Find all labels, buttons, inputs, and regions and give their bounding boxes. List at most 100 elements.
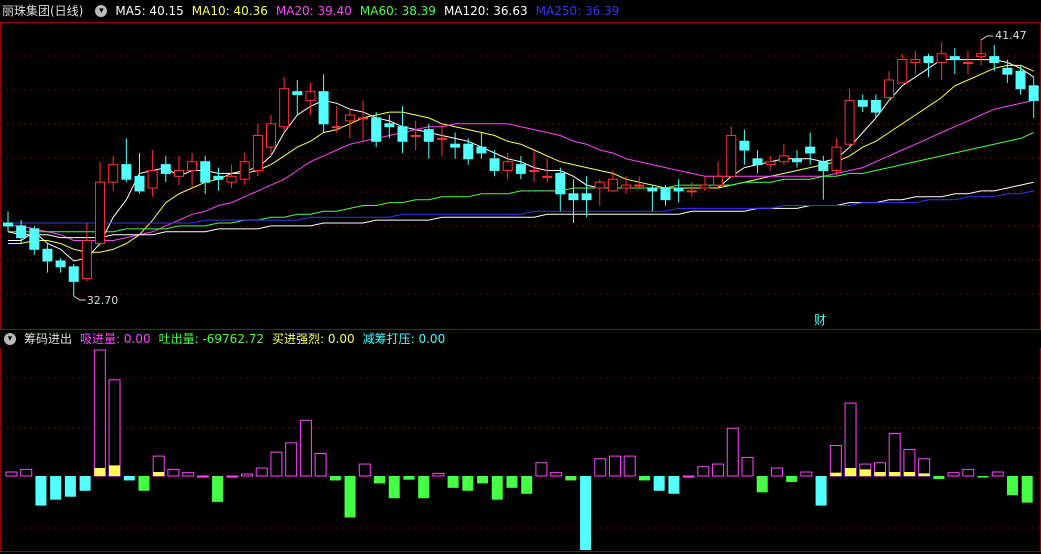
candle [897,53,908,84]
absorb-bar [550,472,563,477]
indicator-bar [462,476,474,491]
absorb-bar [5,471,18,477]
low-pointer [73,295,86,301]
indicator-bar [374,476,385,484]
candle-body [726,134,737,177]
absorb-bar [712,463,725,477]
candle-body [765,161,776,166]
candle-body [792,158,802,163]
release-bar [418,476,430,499]
candle-body [450,143,461,148]
candle-body [831,146,842,171]
candle-body [1028,85,1039,101]
release-bar [977,476,989,478]
strong-buy-bar [153,472,165,476]
indicator-bar [962,468,975,477]
candle [16,220,27,244]
candle [305,82,316,116]
indicator-bar [859,463,872,477]
indicator-bar [491,476,503,500]
candle [660,185,671,206]
candle-body [279,88,290,128]
absorb-bar [623,455,636,477]
candle-body [200,161,211,183]
candle [607,170,618,192]
absorb-bar [93,349,106,477]
candle [318,74,329,133]
candle [594,179,605,206]
candle [55,258,66,273]
indicator-bar [255,467,268,477]
candle [226,164,237,188]
candle-body [857,99,868,107]
candle-body [673,187,684,192]
indicator-bar [829,444,842,477]
indicator-bar [403,476,415,480]
candle-body [239,161,250,180]
candle-body [910,59,921,63]
indicator-bar [653,476,665,491]
candle-body [923,56,934,63]
strong-buy-bar [94,468,106,476]
absorb-bar [226,475,239,478]
release-bar [50,476,62,500]
main-chart-header: 丽珠集团(日线) ▾ MA5: 40.15 MA10: 40.36 MA20: 39… [0,0,635,22]
absorb-bar [888,433,901,477]
absorb-bar [682,475,695,478]
candle [121,138,132,183]
release-bar [756,476,768,493]
candle-body [752,158,763,166]
candle [160,155,171,183]
candle [962,50,973,75]
indicator-bar [888,433,901,477]
candle [884,71,895,101]
indicator-bar [815,476,827,506]
strong-buy-bar [874,472,886,476]
candle [252,123,263,177]
candle-body [686,190,697,193]
indicator-bar [991,471,1004,477]
ma-label-0: MA5: 40.15 [115,4,184,18]
candle [358,100,369,142]
absorb-bar [314,452,327,477]
high-price-label: 41.47 [995,29,1027,42]
candle-body [515,164,526,174]
candle-body [634,184,645,187]
chevron-down-icon[interactable]: ▾ [4,333,16,345]
ma-label-3: MA60: 38.39 [359,4,436,18]
candle [423,123,434,159]
financial-report-marker: 财 [814,313,826,327]
absorb-bar [432,472,445,477]
indicator-bar [358,463,371,477]
candle-body [344,114,355,122]
candle [29,225,40,256]
release-bar [815,476,827,506]
candle-body [226,175,237,183]
candle-body [568,193,579,201]
absorb-bar [726,427,739,477]
indicator-bar [344,476,356,518]
indicator-bar [241,473,254,477]
ma-label-4: MA120: 36.63 [443,4,528,18]
chevron-down-icon[interactable]: ▾ [95,5,108,17]
candle-body [805,146,816,154]
candle-body [121,164,132,180]
candle-body [16,225,27,239]
candle-body [371,117,382,142]
release-bar [374,476,385,484]
candle [765,155,776,171]
indicator-bar [79,476,91,491]
candle [634,176,645,188]
candle [1015,65,1026,95]
candle-body [699,184,710,189]
candle-body [476,146,487,154]
indicator-bar [226,475,239,478]
indicator-bar [770,467,783,477]
candle-body [962,61,973,64]
indicator-bar [947,472,960,477]
indicator-bar [977,476,989,478]
candle [344,109,355,139]
candle-body [542,175,553,178]
indicator-bar [20,468,33,477]
indicator-bar [565,476,577,481]
